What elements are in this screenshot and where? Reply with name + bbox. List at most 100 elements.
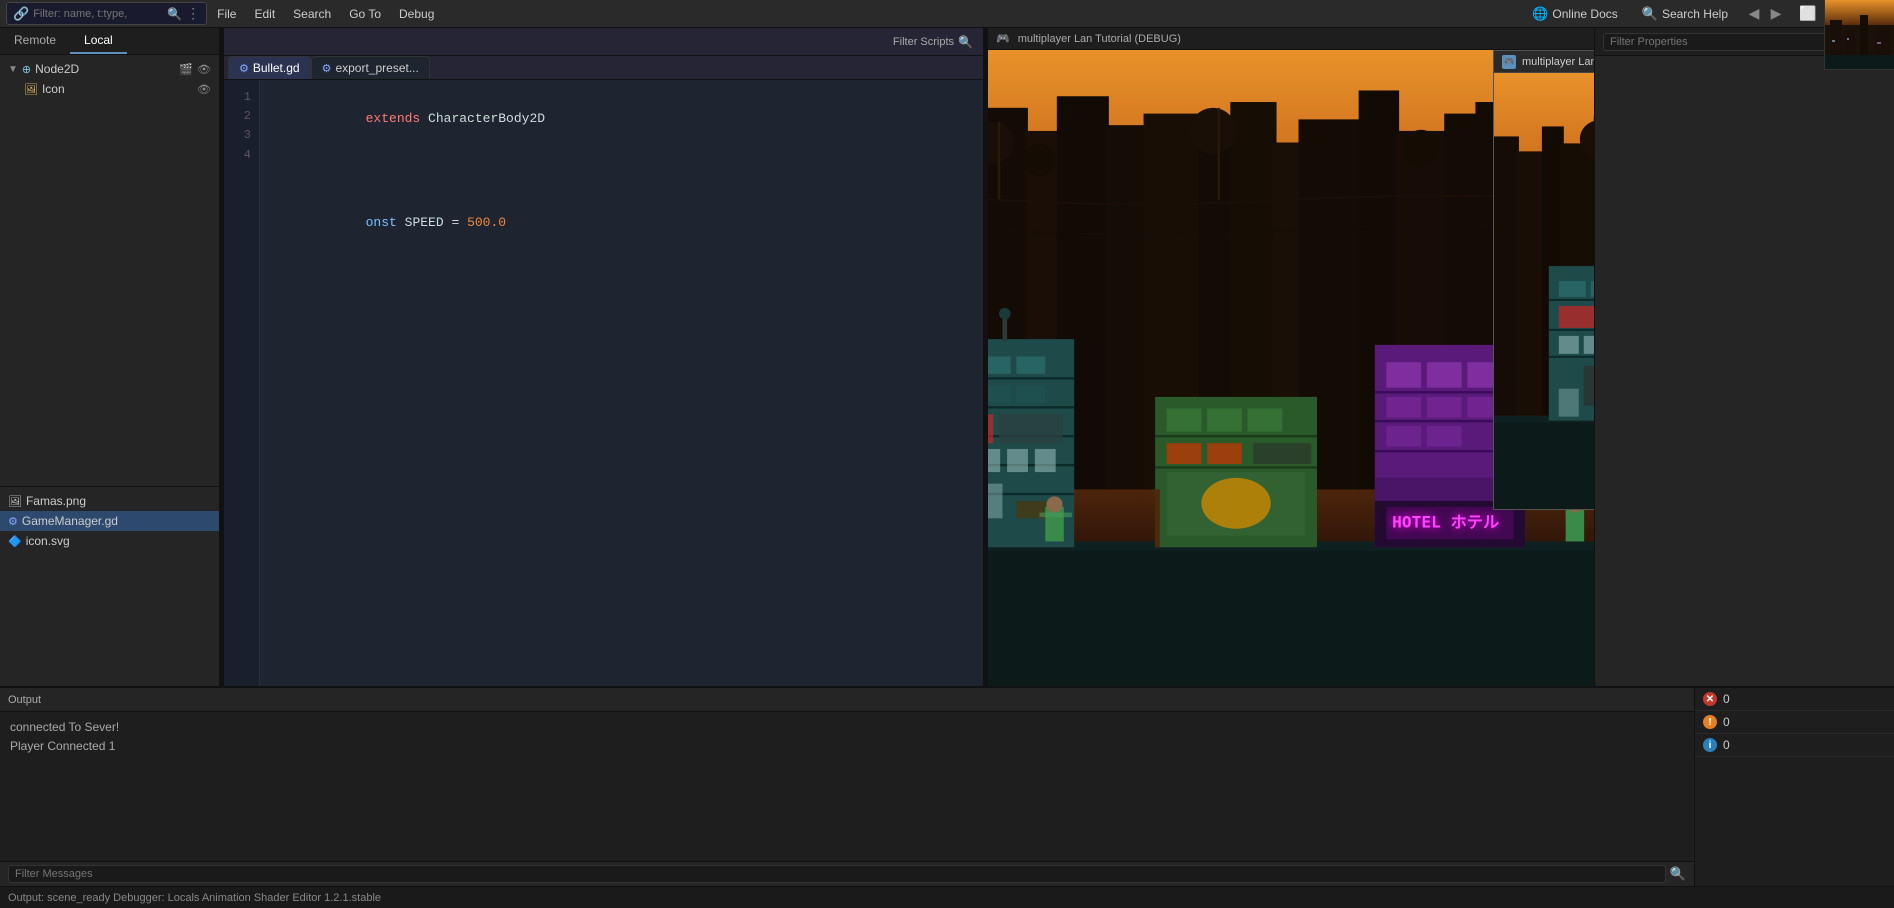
inspector-filter[interactable] [1603,33,1844,51]
file-list: 🖼 Famas.png ⚙ GameManager.gd 🔷 icon.svg [0,487,219,686]
left-panel: Remote Local ▼ ⊕ Node2D 🎬 👁 🖼 Icon 👁 [0,28,220,686]
online-docs-button[interactable]: 🌐 Online Docs [1524,3,1626,25]
error-row-warnings[interactable]: ! 0 [1695,711,1894,734]
menu-debug[interactable]: Debug [391,4,442,24]
file-label-icon: icon.svg [26,534,70,548]
script-editor-panel: Filter Scripts 🔍 ⚙ Bullet.gd ⚙ export_pr… [224,28,984,686]
menu-bar: 🔗 🔍 ⋮ File Edit Search Go To Debug 🌐 Onl… [0,0,1894,28]
error-row-errors[interactable]: ✕ 0 [1695,688,1894,711]
menu-goto[interactable]: Go To [341,4,389,24]
output-line-2: Player Connected 1 [10,737,1684,756]
first-game-header: 🎮 multiplayer Lan Tutorial (DEBUG) [988,28,1594,50]
const-keyword: onst [366,215,397,230]
code-editor[interactable]: 1 2 3 4 extends CharacterBody2D onst SPE… [224,80,983,686]
filter-input[interactable] [33,8,163,20]
more-icon: ⋮ [186,5,200,22]
menu-file[interactable]: File [209,4,244,24]
error-count-info: 0 [1723,738,1730,752]
output-header: Output [0,688,1694,712]
file-label-famas: Famas.png [26,494,86,508]
svg-file-icon: 🔷 [8,535,22,548]
status-bar: Output: scene_ready Debugger: Locals Ani… [0,886,1894,908]
game-window-overlay: 🎮 multiplayer Lan Tutorial (DEBUG) [1493,50,1594,510]
output-filter-input[interactable] [8,865,1666,883]
code-line-2 [272,150,971,171]
const-name: SPEED = [397,215,467,230]
nav-arrows: ◀ ▶ [1744,4,1786,24]
script-tabs: Filter Scripts 🔍 [224,28,983,56]
game-window-2-icon: 🎮 [1502,55,1516,69]
file-item-icon[interactable]: 🔷 icon.svg [0,531,219,551]
search-icon: 🔍 [167,7,182,21]
nav-back-button[interactable]: ◀ [1744,4,1764,24]
right-panel: 🔍 ☰ [1594,28,1894,686]
code-line-3 [272,171,971,192]
first-game-title: multiplayer Lan Tutorial (DEBUG) [1018,33,1181,45]
tree-collapse-icon: ▼ [8,64,18,75]
error-dot-red: ✕ [1703,692,1717,706]
icon-visible-icon: 👁 [197,83,211,96]
tab-export-preset[interactable]: ⚙ export_preset... [311,56,430,79]
editors-row: Remote Local ▼ ⊕ Node2D 🎬 👁 🖼 Icon 👁 [0,28,1894,686]
tab-export-preset-label: export_preset... [335,61,418,75]
svg-text:HOTEL ホテル: HOTEL ホテル [1392,513,1499,532]
search-help-label: Search Help [1662,7,1728,21]
tree-item-node2d[interactable]: ▼ ⊕ Node2D 🎬 👁 [0,59,219,79]
line-numbers: 1 2 3 4 [224,80,260,686]
tree-label-icon: Icon [42,82,193,96]
search-scripts-icon[interactable]: 🔍 [958,35,973,49]
error-count-warnings: 0 [1723,715,1730,729]
game-window-2-title: multiplayer Lan Tutorial (DEBUG) [1522,56,1594,68]
script-filter[interactable]: Filter Scripts 🔍 [887,33,979,51]
scene-tabs: Remote Local [0,28,219,55]
inspector-content [1595,56,1894,686]
file-tabs-bar: ⚙ Bullet.gd ⚙ export_preset... [224,56,983,80]
first-game-icon: 🎮 [996,32,1010,45]
viewport-panel: 🎮 multiplayer Lan Tutorial (DEBUG) [988,28,1594,686]
file-label-gamemanager: GameManager.gd [22,514,118,528]
const-value: 500.0 [467,215,506,230]
code-content[interactable]: extends CharacterBody2D onst SPEED = 500… [260,80,983,686]
output-filter[interactable]: 🔍 [0,861,1694,886]
tab-bullet-gd[interactable]: ⚙ Bullet.gd [228,56,311,79]
inspector-filter-input[interactable] [1610,36,1837,48]
error-dot-blue: i [1703,738,1717,752]
file-item-gamemanager[interactable]: ⚙ GameManager.gd [0,511,219,531]
tab-remote[interactable]: Remote [0,28,70,54]
extends-value: CharacterBody2D [420,111,545,126]
game-window-2-titlebar: 🎮 multiplayer Lan Tutorial (DEBUG) [1494,51,1594,73]
globe-icon: 🌐 [1532,6,1548,22]
help-icon: 🔍 [1642,6,1658,22]
menu-search[interactable]: Search [285,4,339,24]
link-icon: 🔗 [13,6,29,22]
search-help-button[interactable]: 🔍 Search Help [1634,3,1736,25]
error-dot-yellow: ! [1703,715,1717,729]
bullet-gd-icon: ⚙ [239,62,249,75]
export-preset-icon: ⚙ [322,62,332,75]
menu-bar-left: 🔗 🔍 ⋮ File Edit Search Go To Debug [6,2,1522,25]
nav-forward-button[interactable]: ▶ [1766,4,1786,24]
script-file-icon: ⚙ [8,515,18,528]
error-row-info[interactable]: i 0 [1695,734,1894,757]
online-docs-label: Online Docs [1552,7,1617,21]
error-count-errors: 0 [1723,692,1730,706]
image-file-icon: 🖼 [8,495,22,508]
filter-scripts-label: Filter Scripts [893,36,954,48]
game-scene-1: HOTEL ホテル [988,50,1594,686]
output-header-label: Output [8,694,41,706]
tree-label-node2d: Node2D [35,62,175,76]
layout-button[interactable]: ⬜ [1794,4,1822,24]
node2d-icon: ⊕ [22,63,31,76]
game-svg-2: HOTEL ホテル [1494,73,1594,509]
bottom-file-panel: 🖼 Famas.png ⚙ GameManager.gd 🔷 icon.svg [0,486,219,686]
output-line-1: connected To Sever! [10,718,1684,737]
output-search-icon[interactable]: 🔍 [1670,866,1686,882]
menu-edit[interactable]: Edit [246,4,283,24]
scene-icon: 🎬 [179,63,193,76]
file-item-famas[interactable]: 🖼 Famas.png [0,491,219,511]
tab-local[interactable]: Local [70,28,127,54]
output-panel: Output connected To Sever! Player Connec… [0,688,1694,886]
tree-item-icon[interactable]: 🖼 Icon 👁 [0,79,219,99]
filter-bar[interactable]: 🔗 🔍 ⋮ [6,2,207,25]
error-panel: ✕ 0 ! 0 i 0 [1694,688,1894,886]
